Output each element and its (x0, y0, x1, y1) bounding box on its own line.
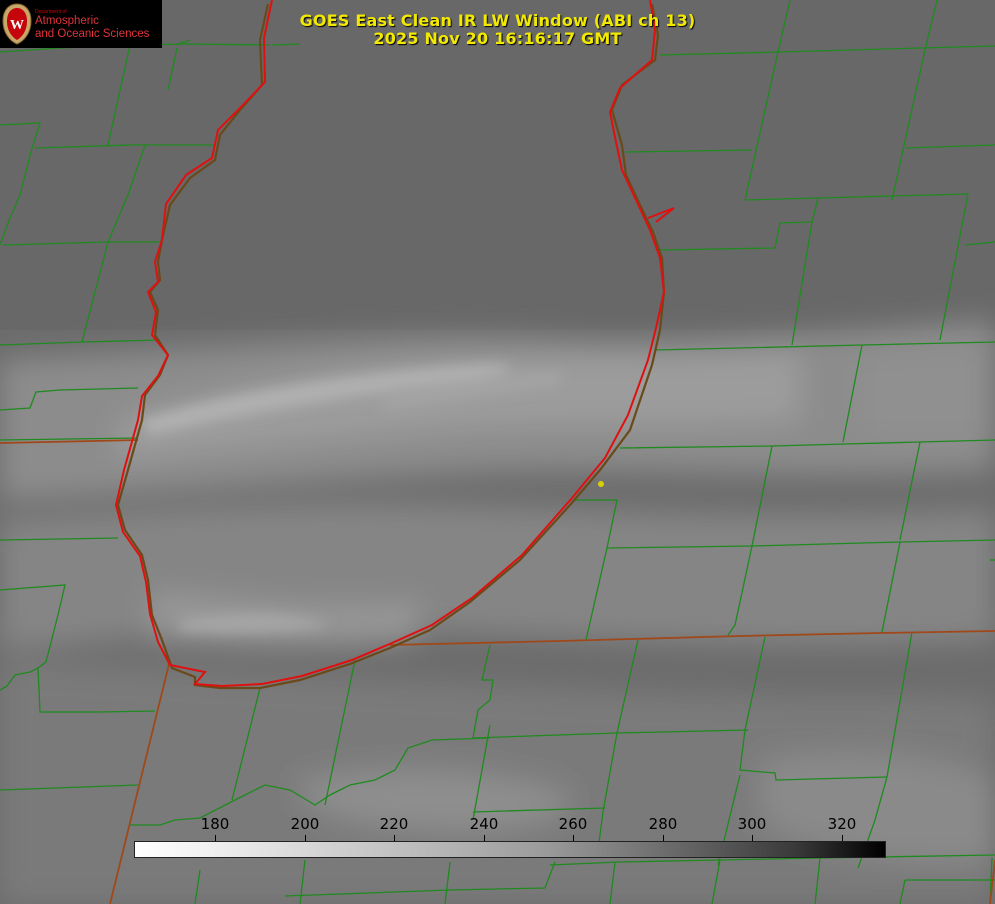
colorbar-tick-mark (305, 835, 306, 841)
colorbar-tick-label: 240 (469, 815, 499, 833)
colorbar-tick-label: 320 (827, 815, 857, 833)
colorbar-tick-label: 180 (200, 815, 230, 833)
crest-icon: W (2, 3, 32, 45)
logo-line-2: and Oceanic Sciences (35, 28, 150, 40)
colorbar-tick-mark (573, 835, 574, 841)
colorbar-tick-label: 220 (379, 815, 409, 833)
colorbar-tick-mark (842, 835, 843, 841)
temperature-colorbar (134, 841, 886, 858)
map-canvas (0, 0, 995, 904)
colorbar-tick-label: 300 (737, 815, 767, 833)
colorbar-tick-mark (663, 835, 664, 841)
colorbar-tick-mark (752, 835, 753, 841)
logo-line-1: Atmospheric (35, 15, 99, 27)
logo: W Department of Atmospheric and Oceanic … (0, 0, 162, 48)
colorbar-tick-label: 260 (558, 815, 588, 833)
colorbar-tick-label: 200 (290, 815, 320, 833)
colorbar-tick-label: 280 (648, 815, 678, 833)
colorbar-tick-mark (215, 835, 216, 841)
colorbar-tick-mark (394, 835, 395, 841)
colorbar-tick-mark (484, 835, 485, 841)
crest-letter: W (10, 18, 24, 33)
city-marker (598, 481, 604, 487)
satellite-map: GOES East Clean IR LW Window (ABI ch 13)… (0, 0, 995, 904)
